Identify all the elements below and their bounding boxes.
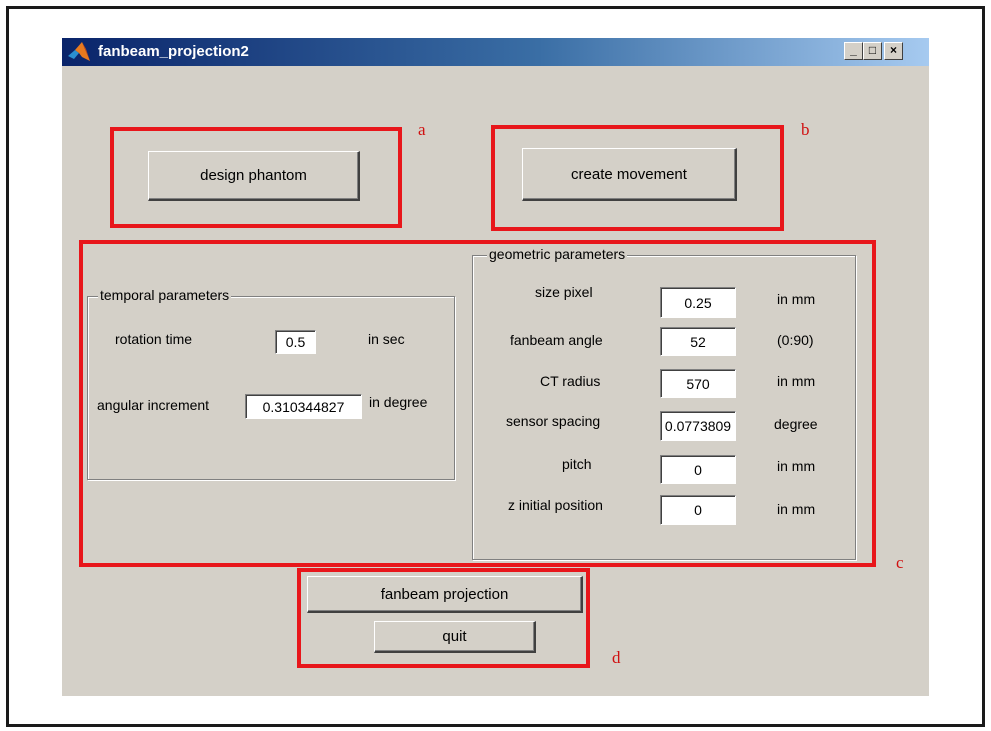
annotation-box-c [79, 240, 876, 567]
window-title: fanbeam_projection2 [98, 43, 249, 60]
close-button[interactable]: × [884, 42, 903, 60]
annotation-box-d [297, 568, 590, 668]
title-bar[interactable]: fanbeam_projection2 _ □ × [62, 38, 929, 66]
annotation-box-a [110, 127, 402, 228]
matlab-logo-icon [68, 42, 90, 61]
annotation-box-b [491, 125, 784, 231]
annotation-label-b: b [801, 120, 810, 139]
annotation-label-a: a [418, 120, 426, 139]
annotation-label-d: d [612, 648, 621, 667]
maximize-button[interactable]: □ [863, 42, 882, 60]
annotation-label-c: c [896, 553, 904, 572]
minimize-button[interactable]: _ [844, 42, 863, 60]
